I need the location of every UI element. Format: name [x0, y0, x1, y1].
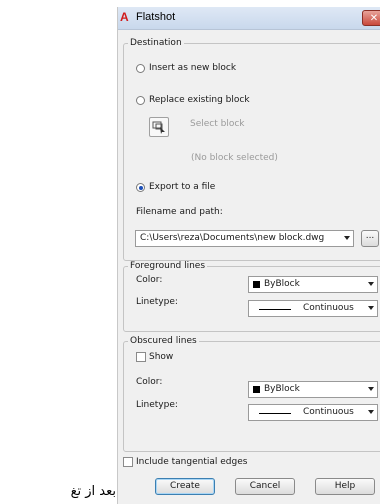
flatshot-dialog: A Flatshot ✕ Destination Insert as new b…	[117, 7, 380, 504]
browse-button[interactable]: ...	[361, 230, 379, 247]
obscured-color-select[interactable]: ByBlock	[248, 381, 378, 398]
close-icon: ✕	[369, 13, 379, 24]
cancel-button[interactable]: Cancel	[235, 478, 295, 495]
select-block-button[interactable]	[149, 117, 169, 137]
foreground-linetype-select[interactable]: Continuous	[248, 300, 378, 317]
filename-value: C:\Users\reza\Documents\new block.dwg	[140, 233, 325, 243]
no-block-selected-text: (No block selected)	[191, 153, 278, 163]
insert-new-radio[interactable]	[136, 64, 145, 73]
close-button[interactable]: ✕	[362, 10, 380, 26]
autocad-icon: A	[120, 10, 129, 24]
foreground-color-select[interactable]: ByBlock	[248, 276, 378, 293]
chevron-down-icon	[368, 306, 374, 310]
foreground-linetype-label: Linetype:	[136, 297, 178, 307]
window-title: Flatshot	[136, 11, 176, 23]
filename-label: Filename and path:	[136, 207, 223, 217]
obscured-label: Obscured lines	[128, 336, 199, 346]
select-block-label: Select block	[190, 119, 245, 129]
insert-new-label[interactable]: Insert as new block	[149, 63, 236, 73]
obscured-color-value: ByBlock	[264, 384, 300, 394]
select-block-icon	[152, 121, 165, 134]
destination-label: Destination	[128, 38, 184, 48]
obscured-color-label: Color:	[136, 377, 163, 387]
page-text: بعد از تغ	[70, 484, 116, 499]
foreground-color-value: ByBlock	[264, 279, 300, 289]
export-file-radio[interactable]	[136, 183, 145, 192]
obscured-linetype-label: Linetype:	[136, 400, 178, 410]
replace-existing-radio[interactable]	[136, 96, 145, 105]
linetype-sample	[259, 309, 291, 310]
foreground-label: Foreground lines	[128, 261, 208, 271]
linetype-sample	[259, 413, 291, 414]
foreground-linetype-value: Continuous	[303, 303, 354, 313]
show-checkbox[interactable]	[136, 352, 146, 362]
filename-combo[interactable]: C:\Users\reza\Documents\new block.dwg	[135, 230, 354, 247]
create-button[interactable]: Create	[155, 478, 215, 495]
export-file-label[interactable]: Export to a file	[149, 182, 215, 192]
chevron-down-icon	[368, 410, 374, 414]
chevron-down-icon	[368, 387, 374, 391]
obscured-linetype-value: Continuous	[303, 407, 354, 417]
color-swatch	[253, 386, 260, 393]
help-button[interactable]: Help	[315, 478, 375, 495]
show-label[interactable]: Show	[149, 352, 173, 362]
replace-existing-label[interactable]: Replace existing block	[149, 95, 250, 105]
chevron-down-icon	[368, 282, 374, 286]
color-swatch	[253, 281, 260, 288]
include-tangential-checkbox[interactable]	[123, 457, 133, 467]
include-tangential-label[interactable]: Include tangential edges	[136, 457, 247, 467]
chevron-down-icon	[344, 236, 350, 240]
foreground-color-label: Color:	[136, 275, 163, 285]
destination-group	[123, 43, 380, 261]
title-bar[interactable]: A Flatshot ✕	[118, 7, 380, 30]
obscured-linetype-select[interactable]: Continuous	[248, 404, 378, 421]
